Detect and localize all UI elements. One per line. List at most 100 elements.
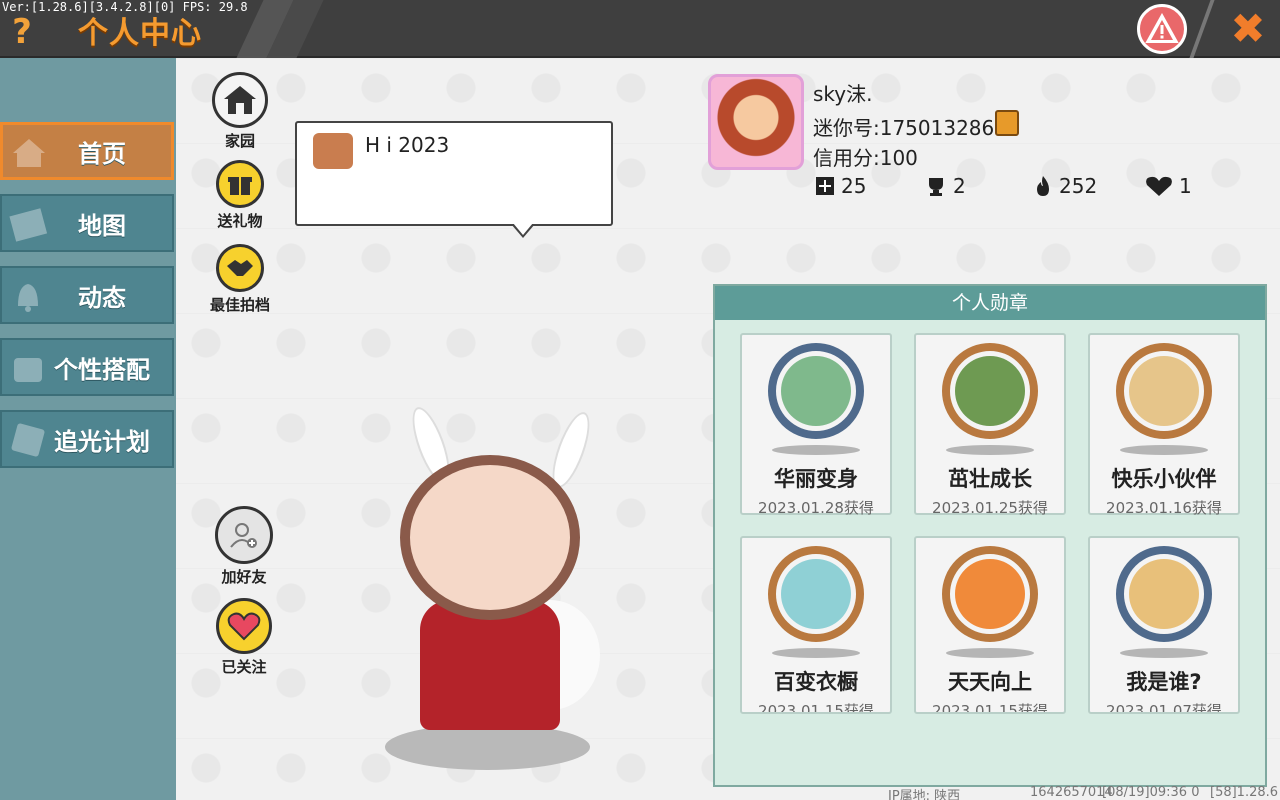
stat-plus-value: 25 — [841, 174, 867, 198]
gift-icon — [216, 160, 264, 208]
player-name: sky沫. — [813, 82, 873, 106]
medal-shadow — [946, 648, 1034, 658]
add-friend-button[interactable]: 加好友 — [209, 506, 279, 587]
map-icon — [9, 208, 48, 242]
add-friend-icon — [215, 506, 273, 564]
medal-badge-icon — [1116, 343, 1212, 439]
plus-box-icon — [816, 177, 834, 195]
credit-score: 信用分:100 — [813, 146, 918, 170]
medal-name: 华丽变身 — [774, 467, 858, 491]
sidebar-item-label: 地图 — [78, 211, 126, 240]
medal-card[interactable]: 快乐小伙伴 2023.01.16获得 — [1088, 333, 1240, 517]
sidebar-item-map[interactable]: 地图 — [0, 194, 174, 252]
followed-label: 已关注 — [221, 658, 267, 676]
medal-date: 2023.01.15获得 — [932, 702, 1048, 714]
medal-card[interactable]: 我是谁? 2023.01.07获得 — [1088, 536, 1240, 714]
stat-likes-value: 1 — [1179, 174, 1192, 198]
send-gift-label: 送礼物 — [217, 212, 263, 230]
signature-bubble[interactable]: H i 2023 — [295, 121, 613, 226]
house-icon — [13, 139, 45, 167]
add-friend-label: 加好友 — [221, 568, 267, 586]
followed-button[interactable]: 已关注 — [209, 598, 279, 677]
stat-trophy: 2 — [925, 174, 966, 198]
medal-panel-title: 个人勋章 — [715, 286, 1265, 320]
home-label: 家园 — [224, 132, 255, 150]
heart-icon — [1146, 176, 1172, 196]
player-character[interactable] — [400, 455, 580, 620]
medal-date: 2023.01.28获得 — [758, 499, 874, 517]
home-button[interactable]: 家园 — [205, 72, 275, 151]
medal-badge-icon — [1116, 546, 1212, 642]
sidebar-item-outfit[interactable]: 个性搭配 — [0, 338, 174, 396]
fire-icon — [1037, 176, 1049, 196]
medal-name: 天天向上 — [948, 670, 1032, 694]
stat-popularity-value: 252 — [1059, 174, 1098, 198]
header-divider — [1189, 0, 1215, 58]
medal-badge-icon — [768, 343, 864, 439]
medal-art — [1129, 559, 1199, 629]
medal-shadow — [946, 445, 1034, 455]
help-icon[interactable]: ? — [2, 12, 42, 52]
build-version: [58]1.28.6 — [1210, 785, 1279, 800]
medal-shadow — [1120, 445, 1208, 455]
user-uid: 1642657014 — [1030, 785, 1113, 800]
warning-icon — [1145, 13, 1179, 43]
sidebar-item-label: 首页 — [78, 139, 126, 168]
house-icon — [212, 72, 268, 128]
stat-likes: 1 — [1145, 174, 1192, 198]
medal-name: 茁壮成长 — [948, 467, 1032, 491]
sidebar-item-label: 动态 — [78, 283, 126, 312]
medal-card[interactable]: 华丽变身 2023.01.28获得 — [740, 333, 892, 517]
timestamp: [08/19]09:36 0 — [1102, 785, 1200, 800]
medal-badge-icon — [942, 343, 1038, 439]
medal-date: 2023.01.25获得 — [932, 499, 1048, 517]
plan-icon — [11, 423, 45, 457]
best-partner-label: 最佳拍档 — [209, 296, 270, 314]
trophy-icon — [929, 178, 943, 196]
send-gift-button[interactable]: 送礼物 — [205, 160, 275, 231]
heart-icon — [216, 598, 272, 654]
best-partner-button[interactable]: 最佳拍档 — [205, 244, 275, 315]
medal-shadow — [1120, 648, 1208, 658]
ip-location: IP属地: 陕西 — [888, 789, 961, 800]
handshake-icon — [216, 244, 264, 292]
sidebar: 首页 地图 动态 个性搭配 追光计划 — [0, 58, 175, 800]
mini-avatar-icon — [313, 133, 353, 169]
bubble-tail — [513, 223, 533, 235]
medal-shadow — [772, 445, 860, 455]
outfit-icon — [14, 358, 42, 382]
signature-text: H i 2023 — [365, 133, 450, 157]
debug-version-text: Ver:[1.28.6][3.4.2.8][0] FPS: 29.8 — [2, 0, 248, 14]
stat-popularity: 252 — [1033, 174, 1097, 198]
stat-trophy-value: 2 — [953, 174, 966, 198]
page-title: 个人中心 — [78, 16, 202, 51]
medal-name: 快乐小伙伴 — [1111, 467, 1217, 491]
sidebar-item-feed[interactable]: 动态 — [0, 266, 174, 324]
medal-name: 我是谁? — [1126, 670, 1202, 694]
report-button[interactable] — [1137, 4, 1187, 54]
sidebar-item-plan[interactable]: 追光计划 — [0, 410, 174, 468]
sidebar-item-label: 追光计划 — [54, 427, 150, 456]
medal-name: 百变衣橱 — [774, 670, 858, 694]
mini-id: 迷你号:1750132868 — [813, 116, 1007, 140]
medal-card[interactable]: 天天向上 2023.01.15获得 — [914, 536, 1066, 714]
copy-icon[interactable] — [995, 110, 1019, 136]
medal-shadow — [772, 648, 860, 658]
medal-card[interactable]: 百变衣橱 2023.01.15获得 — [740, 536, 892, 714]
medal-date: 2023.01.16获得 — [1106, 499, 1222, 517]
bell-icon — [18, 284, 38, 312]
sidebar-item-label: 个性搭配 — [54, 355, 150, 384]
medal-date: 2023.01.07获得 — [1106, 702, 1222, 714]
close-button[interactable]: ✖ — [1222, 4, 1274, 54]
sidebar-item-home[interactable]: 首页 — [0, 122, 174, 180]
stat-plus: 25 — [815, 174, 866, 198]
avatar[interactable] — [708, 74, 804, 170]
medal-art — [781, 559, 851, 629]
medal-badge-icon — [942, 546, 1038, 642]
medal-date: 2023.01.15获得 — [758, 702, 874, 714]
medal-card[interactable]: 茁壮成长 2023.01.25获得 — [914, 333, 1066, 517]
medal-art — [1129, 356, 1199, 426]
medal-art — [955, 356, 1025, 426]
character-shadow — [385, 724, 590, 770]
medal-badge-icon — [768, 546, 864, 642]
